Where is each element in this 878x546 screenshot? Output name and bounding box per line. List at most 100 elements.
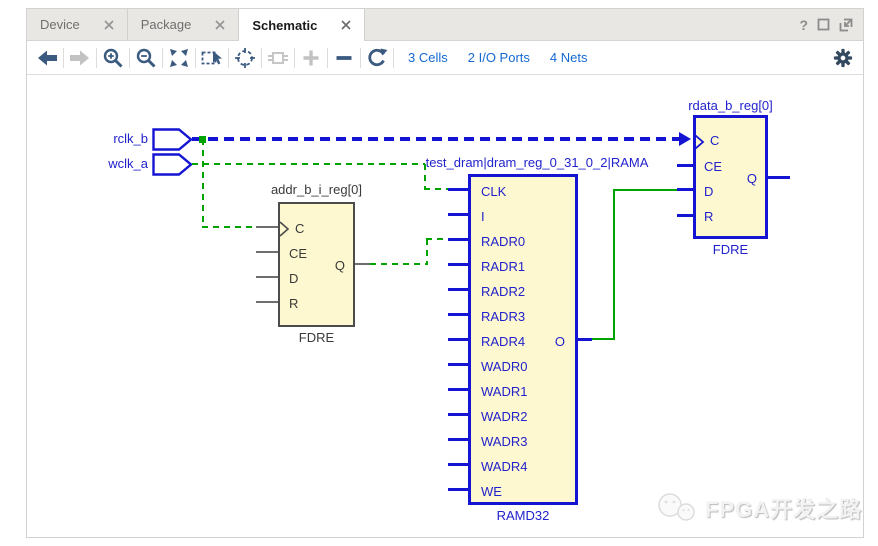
cells-link[interactable]: 3 Cells	[408, 50, 448, 65]
pin-stub[interactable]	[256, 226, 278, 228]
pin-label: RADR3	[481, 308, 525, 326]
input-port-rclk-b[interactable]	[152, 128, 193, 151]
pin-stub[interactable]	[448, 288, 468, 291]
pin-label: R	[704, 208, 713, 226]
net-wclk-a[interactable]	[424, 188, 450, 190]
clock-pin-icon	[695, 134, 705, 150]
toolbar-separator	[327, 48, 328, 68]
cell-type-label: RAMD32	[468, 508, 578, 523]
pin-label: RADR2	[481, 283, 525, 301]
net-ram-o[interactable]	[613, 189, 615, 340]
pin-stub[interactable]	[448, 388, 468, 391]
pin-stub[interactable]	[448, 313, 468, 316]
cell-name-ram: test_dram|dram_reg_0_31_0_2|RAMA	[423, 155, 651, 170]
pin-stub[interactable]	[448, 413, 468, 416]
pin-stub[interactable]	[448, 363, 468, 366]
cell-ramd32[interactable]: CLK I RADR0 RADR1 RADR2 RADR3 RADR4 WADR…	[468, 174, 578, 505]
pin-label: I	[481, 208, 485, 226]
pin-stub[interactable]	[256, 301, 278, 303]
tab-schematic-label: Schematic	[252, 18, 317, 33]
pin-label: WADR2	[481, 408, 527, 426]
wechat-logo-icon	[655, 491, 697, 525]
pin-stub[interactable]	[677, 188, 693, 191]
pin-label: C	[295, 220, 304, 238]
autofit-selection-button[interactable]	[233, 46, 257, 70]
net-wclk-a-branch[interactable]	[202, 139, 204, 227]
float-window-icon[interactable]	[839, 18, 853, 32]
pin-stub[interactable]	[448, 488, 468, 491]
cell-name-addr-b-i-reg: addr_b_i_reg[0]	[248, 182, 385, 197]
net-junction-dot	[199, 136, 206, 143]
cell-rdata-b-reg[interactable]: C CE D R Q	[693, 115, 768, 239]
tab-bar: Device Package Schematic ?	[27, 9, 863, 41]
nets-link[interactable]: 4 Nets	[550, 50, 588, 65]
pin-label: CLK	[481, 183, 506, 201]
pin-stub[interactable]	[448, 438, 468, 441]
pin-stub[interactable]	[768, 176, 790, 179]
pin-label: R	[289, 295, 298, 313]
clock-pin-icon	[280, 221, 290, 237]
forward-button[interactable]	[68, 46, 92, 70]
net-ram-o[interactable]	[613, 189, 677, 191]
pin-stub[interactable]	[677, 214, 693, 217]
toolbar-separator	[162, 48, 163, 68]
cell-type-label: FDRE	[278, 330, 355, 345]
pin-label: WADR0	[481, 358, 527, 376]
net-addr-q[interactable]	[426, 238, 450, 240]
regenerate-button[interactable]	[365, 46, 389, 70]
tab-package-label: Package	[141, 17, 192, 32]
back-button[interactable]	[35, 46, 59, 70]
pin-stub[interactable]	[448, 338, 468, 341]
settings-gear-icon[interactable]	[831, 46, 855, 70]
net-addr-q[interactable]	[426, 239, 428, 265]
cell-type-label: FDRE	[693, 242, 768, 257]
pin-stub[interactable]	[355, 263, 370, 265]
net-addr-q[interactable]	[370, 263, 428, 265]
zoom-out-button[interactable]	[134, 46, 158, 70]
remove-button[interactable]	[332, 46, 356, 70]
net-wclk-a-branch[interactable]	[202, 226, 258, 228]
watermark: FPGA开发之路	[655, 491, 862, 525]
zoom-in-button[interactable]	[101, 46, 125, 70]
pin-stub[interactable]	[256, 276, 278, 278]
tab-device-label: Device	[40, 17, 80, 32]
close-icon[interactable]	[215, 20, 225, 30]
toolbar-separator	[228, 48, 229, 68]
tab-schematic[interactable]: Schematic	[239, 9, 365, 41]
close-icon[interactable]	[104, 20, 114, 30]
add-button[interactable]	[299, 46, 323, 70]
pin-stub[interactable]	[578, 338, 592, 341]
tab-package[interactable]: Package	[128, 9, 240, 40]
net-rclk-b[interactable]	[192, 137, 681, 141]
schematic-window: Device Package Schematic ?	[26, 8, 864, 538]
toolbar-separator	[129, 48, 130, 68]
zoom-fit-button[interactable]	[167, 46, 191, 70]
pin-label: Q	[335, 257, 345, 275]
pin-stub[interactable]	[448, 213, 468, 216]
port-label-wclk-a: wclk_a	[67, 156, 148, 171]
help-icon[interactable]: ?	[799, 17, 808, 33]
cell-addr-b-i-reg[interactable]: C CE D R Q	[278, 202, 355, 327]
input-port-wclk-a[interactable]	[152, 153, 193, 176]
net-ram-o[interactable]	[592, 338, 615, 340]
close-icon[interactable]	[341, 20, 351, 30]
net-arrowhead-icon	[679, 132, 691, 146]
pin-stub[interactable]	[677, 164, 693, 167]
pin-stub[interactable]	[448, 263, 468, 266]
maximize-icon[interactable]	[817, 18, 830, 31]
pin-stub[interactable]	[448, 238, 468, 241]
io-ports-link[interactable]: 2 I/O Ports	[468, 50, 530, 65]
net-wclk-a[interactable]	[192, 163, 425, 165]
expand-cone-button[interactable]	[266, 46, 290, 70]
schematic-canvas[interactable]: rclk_b wclk_a addr_b_i_reg[0]	[27, 76, 863, 537]
pin-label: C	[710, 132, 719, 150]
pin-label: D	[704, 183, 713, 201]
pin-stub[interactable]	[256, 251, 278, 253]
tab-device[interactable]: Device	[27, 9, 128, 40]
pin-stub[interactable]	[448, 463, 468, 466]
pin-stub[interactable]	[448, 188, 468, 191]
port-label-rclk-b: rclk_b	[67, 131, 148, 146]
pin-label: Q	[747, 170, 757, 188]
zoom-selection-button[interactable]	[200, 46, 224, 70]
toolbar-separator	[96, 48, 97, 68]
